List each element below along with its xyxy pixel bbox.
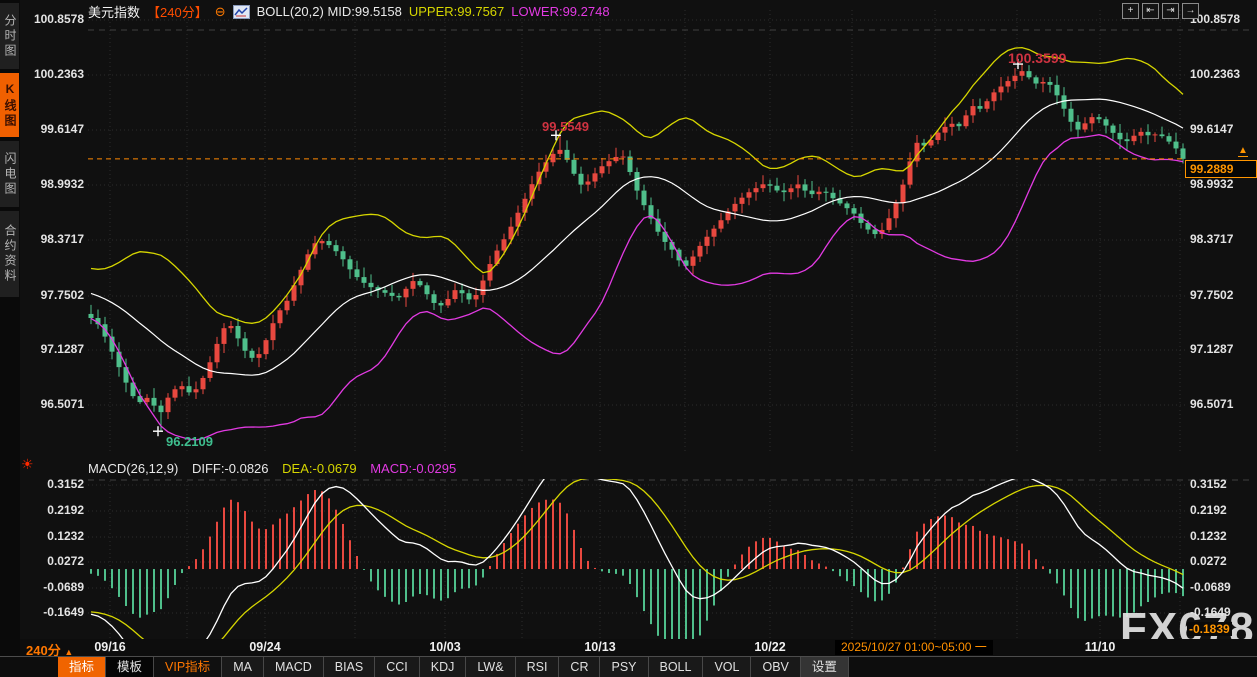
price-up-arrow-icon: ▲: [1238, 145, 1248, 157]
scale-left-icon[interactable]: ⇤: [1142, 3, 1159, 19]
macd-title: MACD(26,12,9): [88, 461, 179, 476]
current-price-label: 99.2889: [1185, 160, 1257, 178]
axis-label: 96.5071: [40, 397, 84, 411]
toolbar-item-CR[interactable]: CR: [559, 657, 601, 677]
toolbar-item-MACD[interactable]: MACD: [263, 657, 324, 677]
axis-label: 0.0272: [1190, 554, 1227, 568]
toolbar-item-设置[interactable]: 设置: [800, 657, 849, 677]
axis-label: 97.7502: [40, 288, 84, 302]
toolbar-item-MA[interactable]: MA: [222, 657, 264, 677]
window-controls: + ⇤ ⇥ →: [1122, 3, 1199, 19]
macd-header: MACD(26,12,9) DIFF:-0.0826 DEA:-0.0679 M…: [88, 461, 466, 476]
toolbar-spacer: [0, 657, 58, 677]
macd-dea-readout: DEA:-0.0679: [282, 461, 357, 476]
axis-label: 98.3717: [1190, 232, 1234, 246]
toolbar-item-LW&[interactable]: LW&: [466, 657, 516, 677]
axis-label: -0.1649: [1190, 605, 1231, 619]
macd-diff-readout: DIFF:-0.0826: [191, 461, 269, 476]
toolbar-item-模板[interactable]: 模板: [106, 657, 155, 677]
toolbar-item-CCI[interactable]: CCI: [375, 657, 420, 677]
toolbar-item-OBV[interactable]: OBV: [751, 657, 801, 677]
sidebar-tab-1[interactable]: 分时图: [0, 3, 19, 69]
axis-label: 97.1287: [1190, 342, 1234, 356]
symbol-name: 美元指数: [88, 5, 141, 20]
sidebar-tab-2[interactable]: K线图: [0, 73, 19, 137]
x-tick-09/24: 09/24: [249, 640, 281, 654]
toolbar-item-RSI[interactable]: RSI: [515, 657, 560, 677]
period-label: 【240分】: [147, 5, 208, 20]
macd-hist-readout: MACD:-0.0295: [370, 461, 457, 476]
boll-upper-readout: UPPER:99.7567: [408, 4, 505, 19]
toolbar-item-指标[interactable]: 指标: [58, 657, 107, 677]
toolbar-item-BOLL[interactable]: BOLL: [648, 657, 704, 677]
swing-high-label: 99.5549: [542, 119, 589, 134]
toolbar-item-PSY[interactable]: PSY: [600, 657, 649, 677]
axis-label: 99.6147: [1190, 122, 1234, 136]
axis-label: 98.9932: [1190, 177, 1234, 191]
sidebar: 分时图 K线图闪电图合约资料: [0, 0, 20, 677]
x-tick-11/10: 11/10: [1084, 640, 1116, 654]
axis-label: 100.8578: [33, 12, 84, 26]
axis-label: 0.1232: [1190, 529, 1227, 543]
axis-label: 0.1232: [47, 529, 84, 543]
axis-label: 97.7502: [1190, 288, 1234, 302]
toolbar-item-VOL[interactable]: VOL: [703, 657, 752, 677]
detach-icon[interactable]: →: [1182, 3, 1199, 19]
axis-label: 99.6147: [40, 122, 84, 136]
toolbar-item-KDJ[interactable]: KDJ: [419, 657, 467, 677]
axis-label: 97.1287: [40, 342, 84, 356]
x-tick-10/13: 10/13: [584, 640, 616, 654]
toolbar-item-VIP指标[interactable]: VIP指标: [154, 657, 223, 677]
macd-min-label: -0.1839: [1187, 622, 1232, 636]
boll-lower-readout: LOWER:99.2748: [511, 4, 610, 19]
axis-label: -0.0689: [1190, 580, 1231, 594]
pan-icon[interactable]: +: [1122, 3, 1139, 19]
axis-label: 96.5071: [1190, 397, 1234, 411]
sidebar-tab-4[interactable]: 合约资料: [0, 211, 19, 297]
axis-label: 0.2192: [1190, 503, 1227, 517]
axis-label: -0.1649: [43, 605, 84, 619]
indicator-toolbar: 指标 模板 VIP指标 MA MACD BIAS CCI KDJ LW& RSI CR PSY BOLL…: [0, 656, 1257, 677]
time-axis: 240分 ▲ 2025/10/27 01:00~05:00 一 09/16 09/…: [0, 639, 1257, 658]
sidebar-tab-3[interactable]: 闪电图: [0, 141, 19, 207]
x-tick-10/22: 10/22: [754, 640, 786, 654]
axis-label: 98.9932: [40, 177, 84, 191]
toolbar-item-BIAS[interactable]: BIAS: [323, 657, 376, 677]
x-tick-09/16: 09/16: [94, 640, 126, 654]
axis-label: 0.3152: [47, 477, 84, 491]
scale-right-icon[interactable]: ⇥: [1162, 3, 1179, 19]
axis-label: 100.2363: [1190, 67, 1241, 81]
axis-label: 0.3152: [1190, 477, 1227, 491]
axis-label: 100.2363: [33, 67, 84, 81]
cursor-datetime-label: 2025/10/27 01:00~05:00 一: [835, 640, 993, 655]
boll-readout: BOLL(20,2) MID:99.5158: [256, 4, 402, 19]
chart-type-icon[interactable]: [232, 4, 250, 19]
x-tick-10/03: 10/03: [429, 640, 461, 654]
axis-label: 98.3717: [40, 232, 84, 246]
swing-high-label-2: 100.3599: [1008, 50, 1067, 66]
chart-canvas[interactable]: [0, 0, 1257, 677]
axis-label: -0.0689: [43, 580, 84, 594]
chart-header: 美元指数 【240分】 ⊖ BOLL(20,2) MID:99.5158 UPPE…: [88, 3, 610, 20]
axis-label: 0.2192: [47, 503, 84, 517]
live-indicator-icon[interactable]: ☀: [21, 456, 34, 473]
axis-label: 0.0272: [47, 554, 84, 568]
collapse-icon[interactable]: ⊖: [215, 5, 226, 18]
swing-low-label: 96.2109: [166, 434, 213, 449]
